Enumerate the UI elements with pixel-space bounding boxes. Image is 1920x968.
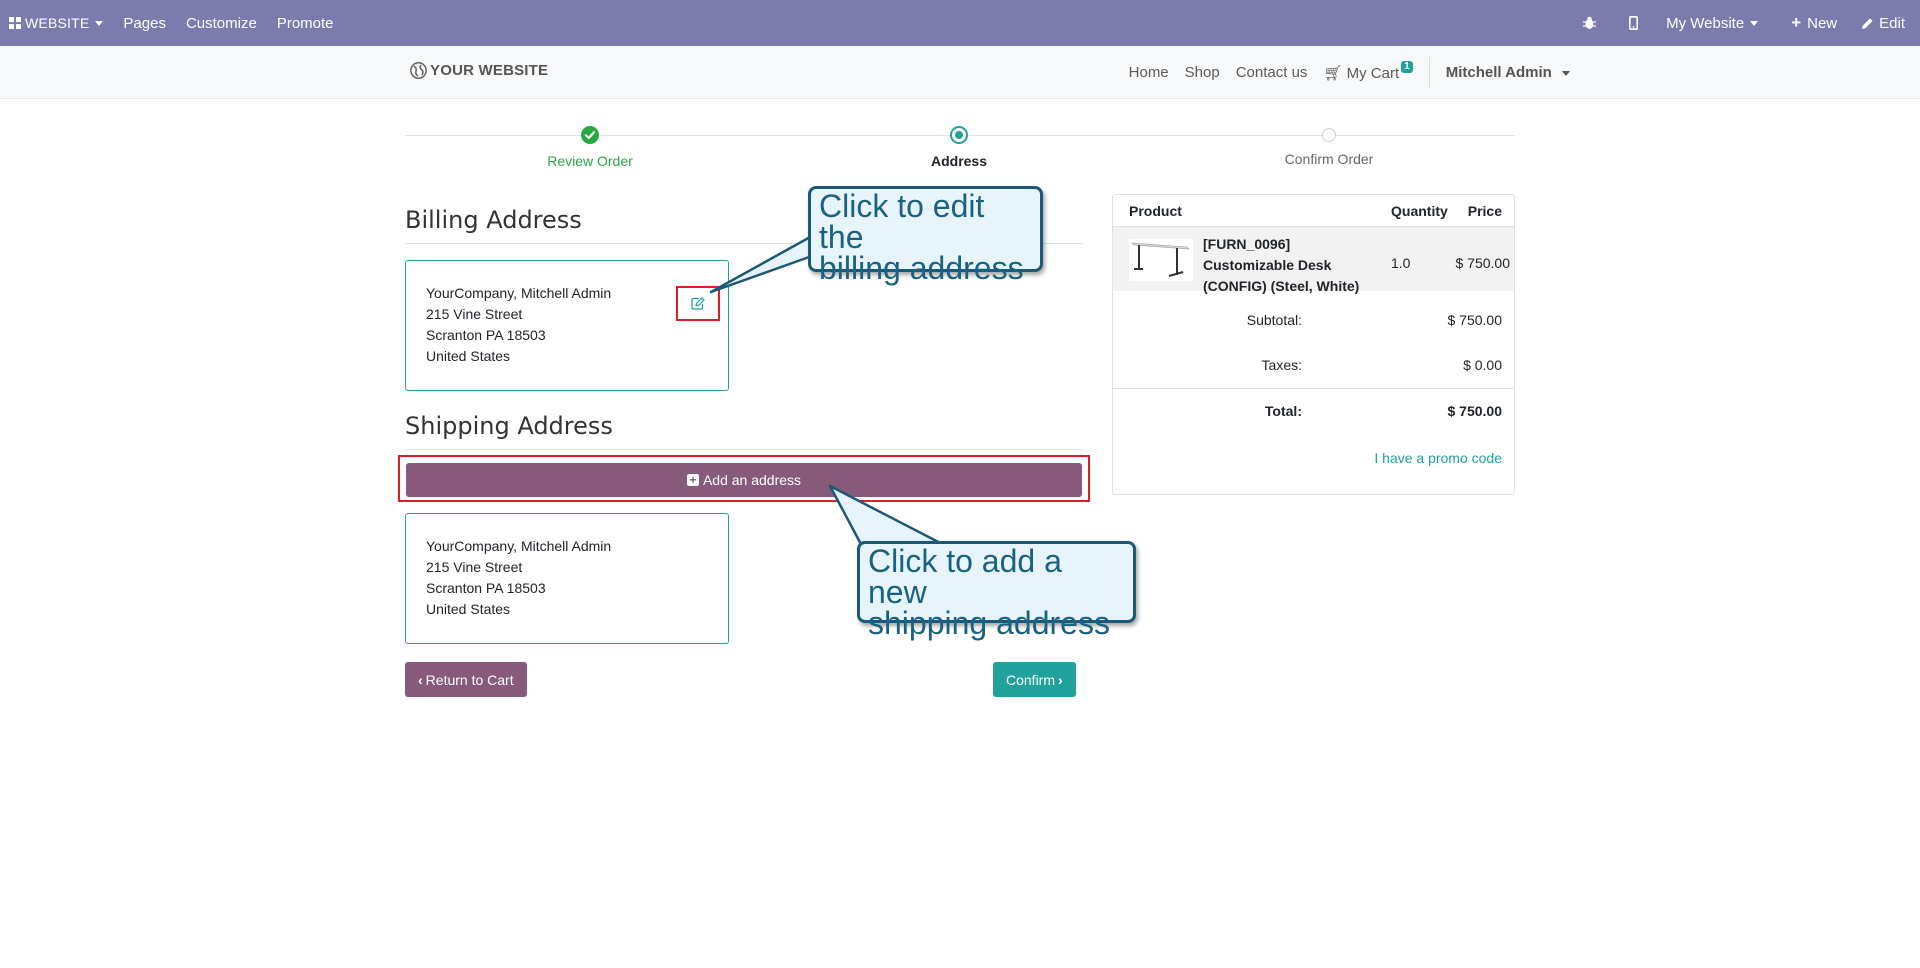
callout-line: Click to add a new: [868, 543, 1062, 610]
callout-line: billing address: [819, 250, 1024, 286]
callout-add-shipping: Click to add a new shipping address: [857, 541, 1136, 639]
callout-pointers: [709, 234, 952, 550]
shipping-callout-pointer: [828, 484, 952, 550]
billing-callout-pointer: [709, 234, 814, 294]
callout-line: Click to edit the: [819, 188, 985, 255]
callout-edit-billing: Click to edit the billing address: [808, 186, 1043, 284]
callout-line: shipping address: [868, 605, 1110, 641]
